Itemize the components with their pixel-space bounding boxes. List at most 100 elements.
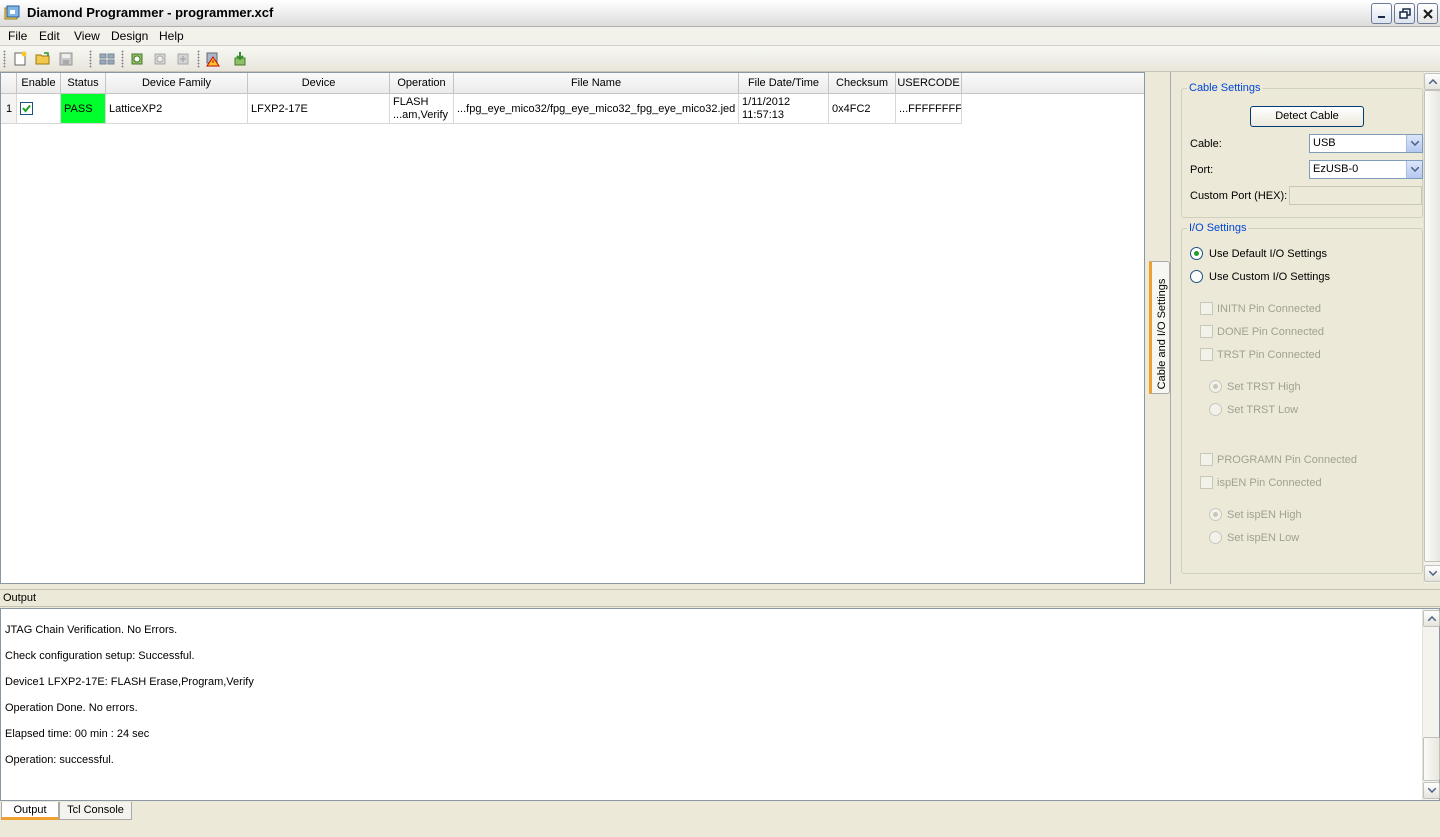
tab-output[interactable]: Output [1,802,59,820]
chevron-down-icon[interactable] [1406,135,1422,152]
tab-cable-io-settings[interactable]: Cable and I/O Settings [1149,261,1170,394]
device-settings-button[interactable] [173,49,193,69]
column-header-filler [962,73,1144,94]
menu-file[interactable]: File [8,29,27,43]
use-custom-io-radio[interactable] [1190,270,1203,283]
chevron-down-icon[interactable] [1406,161,1422,178]
programn-pin-checkbox[interactable] [1200,453,1213,466]
column-header-device-family[interactable]: Device Family [106,73,248,94]
title-bar: Diamond Programmer - programmer.xcf [0,0,1440,27]
file-name-cell[interactable]: ...fpg_eye_mico32/fpg_eye_mico32_fpg_eye… [454,94,739,124]
settings-scrollbar[interactable] [1423,72,1440,583]
restore-button[interactable] [1394,3,1415,24]
scroll-up-button[interactable] [1423,610,1440,627]
cable-select[interactable]: USB [1309,134,1423,153]
use-custom-io-label[interactable]: Use Custom I/O Settings [1209,271,1330,283]
custom-port-field[interactable] [1289,186,1422,205]
row-number-header [1,73,17,94]
bottom-tab-bar: Output Tcl Console [0,801,1440,837]
initn-pin-checkbox[interactable] [1200,302,1213,315]
set-trst-low-radio[interactable] [1209,403,1222,416]
port-select[interactable]: EzUSB-0 [1309,160,1423,179]
device-family-cell[interactable]: LatticeXP2 [106,94,248,124]
programn-pin-label: PROGRAMN Pin Connected [1217,454,1357,466]
new-file-icon [14,51,27,66]
column-header-usercode[interactable]: USERCODE [896,73,962,94]
column-header-file-date-time[interactable]: File Date/Time [739,73,829,94]
toolbar-grip[interactable] [3,50,6,68]
operation-line-1: FLASH [393,96,429,108]
usercode-cell[interactable]: ...FFFFFFFF [896,94,962,124]
enable-checkbox[interactable] [20,102,33,115]
column-header-enable[interactable]: Enable [17,73,61,94]
scroll-thumb[interactable] [1424,90,1440,562]
toolbar-grip[interactable] [197,50,200,68]
operation-line-2: ...am,Verify [393,109,449,121]
scan-chain-icon [99,53,115,65]
scroll-up-button[interactable] [1424,73,1440,90]
trst-pin-checkbox[interactable] [1200,348,1213,361]
status-badge: PASS [61,94,106,124]
cable-label: Cable: [1190,138,1222,150]
file-date-time-cell: 1/11/2012 11:57:13 [739,94,829,124]
trst-pin-label: TRST Pin Connected [1217,349,1321,361]
toolbar-grip[interactable] [121,50,124,68]
log-line: Device1 LFXP2-17E: FLASH Erase,Program,V… [5,676,254,688]
column-header-file-name[interactable]: File Name [454,73,739,94]
chip-settings-icon [177,53,189,65]
initn-pin-label: INITN Pin Connected [1217,303,1321,315]
log-line: Elapsed time: 00 min : 24 sec [5,728,150,740]
use-default-io-label[interactable]: Use Default I/O Settings [1209,248,1327,260]
menu-help[interactable]: Help [159,29,184,43]
download-program-button[interactable] [230,49,250,69]
ispen-pin-checkbox[interactable] [1200,476,1213,489]
menu-bar: File Edit View Design Help [0,27,1440,46]
done-pin-checkbox[interactable] [1200,325,1213,338]
tab-tcl-console[interactable]: Tcl Console [59,802,132,820]
operation-cell[interactable]: FLASH ...am,Verify [390,94,454,124]
new-file-button[interactable] [10,49,30,69]
column-header-operation[interactable]: Operation [390,73,454,94]
program-device-button[interactable] [127,49,147,69]
ispen-pin-label: ispEN Pin Connected [1217,477,1322,489]
set-trst-low-label: Set TRST Low [1227,404,1299,416]
scan-chain-button[interactable] [97,49,117,69]
minimize-button[interactable] [1371,3,1392,24]
file-time: 11:57:13 [742,109,785,121]
scroll-down-button[interactable] [1423,782,1440,799]
output-scrollbar[interactable] [1422,609,1440,800]
row-index: 1 [1,94,17,124]
save-button[interactable] [56,49,76,69]
menu-design[interactable]: Design [111,29,148,43]
radio-selected-dot [1213,512,1218,517]
chevron-up-icon [1428,616,1436,621]
detect-cable-button[interactable]: Detect Cable [1250,106,1364,127]
chain-check-button[interactable] [203,49,223,69]
set-ispen-high-radio[interactable] [1209,508,1222,521]
open-file-button[interactable] [33,49,53,69]
close-icon [1423,9,1433,19]
cable-settings-title: Cable Settings [1187,82,1263,94]
custom-port-label: Custom Port (HEX): [1190,190,1288,202]
column-header-checksum[interactable]: Checksum [829,73,896,94]
scroll-down-button[interactable] [1424,565,1440,582]
use-default-io-radio[interactable] [1190,247,1203,260]
program-download-icon [234,52,246,66]
toolbar [0,46,1440,72]
chain-warning-icon [206,52,220,67]
settings-panel: Cable Settings Detect Cable Cable: USB P… [1170,72,1440,584]
set-trst-high-radio[interactable] [1209,380,1222,393]
column-header-device[interactable]: Device [248,73,390,94]
menu-edit[interactable]: Edit [39,29,60,43]
menu-view[interactable]: View [74,29,100,43]
radio-selected-dot [1213,384,1218,389]
scroll-thumb[interactable] [1423,737,1440,781]
log-line: Operation Done. No errors. [5,702,138,714]
column-header-status[interactable]: Status [61,73,106,94]
toolbar-grip[interactable] [89,50,92,68]
close-button[interactable] [1417,3,1438,24]
output-log[interactable]: JTAG Chain Verification. No Errors. Chec… [0,608,1440,801]
device-cell[interactable]: LFXP2-17E [248,94,390,124]
device-properties-button[interactable] [150,49,170,69]
set-ispen-low-radio[interactable] [1209,531,1222,544]
